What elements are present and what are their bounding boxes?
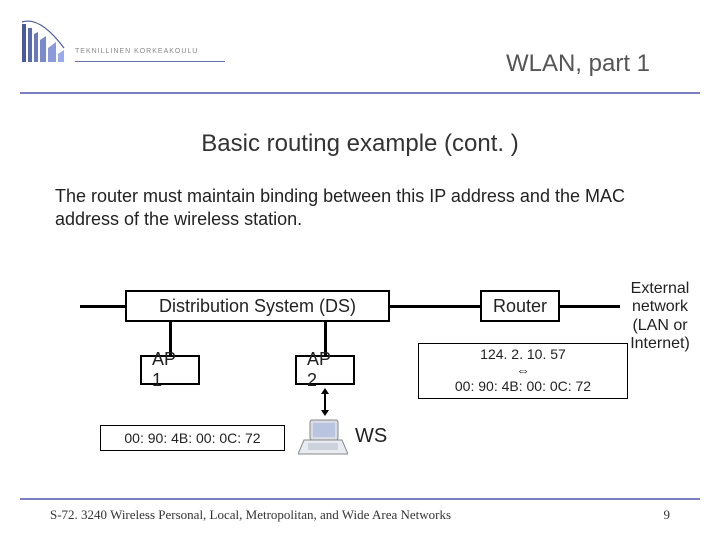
router-box: Router: [480, 290, 560, 322]
left-right-arrow-icon: ⇔: [429, 362, 617, 378]
ds-label: Distribution System (DS): [159, 296, 356, 317]
laptop-icon: [298, 418, 348, 458]
slide-title: Basic routing example (cont. ): [0, 130, 720, 158]
ap2-label: AP 2: [307, 349, 343, 391]
up-down-arrow-icon: [319, 388, 331, 416]
mac-address-box: 00: 90: 4B: 00: 0C: 72: [100, 425, 285, 451]
page-number: 9: [664, 507, 671, 523]
router-label: Router: [493, 296, 547, 317]
connector-line: [560, 305, 620, 308]
ws-label: WS: [355, 425, 387, 448]
institution-logo: TEKNILLINEN KORKEAKOULU: [20, 18, 220, 73]
distribution-system-box: Distribution System (DS): [125, 290, 390, 322]
external-network-label: External network (LAN or Internet): [615, 280, 705, 354]
mac-address-text: 00: 90: 4B: 00: 0C: 72: [124, 430, 260, 446]
footer-text: S-72. 3240 Wireless Personal, Local, Met…: [50, 507, 451, 523]
binding-mac: 00: 90: 4B: 00: 0C: 72: [429, 378, 617, 394]
slide-body-text: The router must maintain binding between…: [55, 185, 665, 230]
slide-header: TEKNILLINEN KORKEAKOULU WLAN, part 1: [0, 0, 720, 95]
connector-line: [390, 305, 480, 308]
institution-name: TEKNILLINEN KORKEAKOULU: [75, 48, 198, 55]
header-divider: [20, 92, 700, 94]
ap1-label: AP 1: [152, 349, 188, 391]
connector-line: [80, 305, 125, 308]
course-title: WLAN, part 1: [506, 50, 650, 78]
footer-divider: [20, 498, 700, 500]
logo-underline: [75, 61, 225, 62]
binding-ip: 124. 2. 10. 57: [429, 346, 617, 362]
logo-mark-icon: [20, 18, 66, 64]
ap2-box: AP 2: [295, 355, 355, 385]
binding-box: 124. 2. 10. 57 ⇔ 00: 90: 4B: 00: 0C: 72: [418, 343, 628, 399]
network-diagram: Distribution System (DS) Router AP 1 AP …: [0, 270, 720, 470]
ap1-box: AP 1: [140, 355, 200, 385]
